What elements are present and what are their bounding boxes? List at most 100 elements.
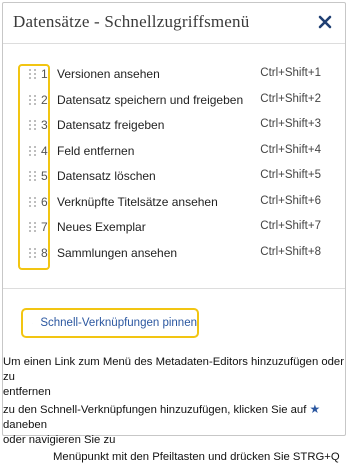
grip-dot: [34, 256, 36, 258]
menu-item-datensatz-speichern-und-freigeben[interactable]: 2 Datensatz speichern und freigeben Ctrl…: [3, 88, 345, 114]
grip-dot: [29, 73, 31, 75]
grip-dot: [29, 146, 31, 148]
grip-dot: [29, 124, 31, 126]
drag-handle-icon[interactable]: [29, 197, 37, 208]
menu-item-label: Datensatz löschen: [57, 169, 156, 183]
grip-dot: [29, 150, 31, 152]
help-line-3: zu den Schnell-Verknüpfungen hinzuzufüge…: [3, 402, 345, 433]
menu-item-shortcut: Ctrl+Shift+4: [260, 144, 321, 156]
grip-dot: [29, 179, 31, 181]
grip-dot: [34, 154, 36, 156]
grip-dot: [29, 256, 31, 258]
grip-dot: [34, 222, 36, 224]
help-text: Um einen Link zum Menü des Metadaten-Edi…: [3, 355, 345, 465]
menu-item-label: Feld entfernen: [57, 144, 134, 158]
menu-item-shortcut: Ctrl+Shift+7: [260, 220, 321, 232]
grip-dot: [29, 222, 31, 224]
menu-item-number: 3: [41, 118, 48, 132]
drag-handle-icon[interactable]: [29, 222, 37, 233]
grip-dot: [29, 128, 31, 130]
menu-item-verknuepfte-titelsaetze-ansehen[interactable]: 6 Verknüpfte Titelsätze ansehen Ctrl+Shi…: [3, 190, 345, 216]
grip-dot: [29, 226, 31, 228]
menu-item-shortcut: Ctrl+Shift+8: [260, 246, 321, 258]
grip-dot: [29, 99, 31, 101]
menu-item-number: 2: [41, 93, 48, 107]
drag-handle-icon[interactable]: [29, 248, 37, 259]
drag-handle-icon[interactable]: [29, 95, 37, 106]
menu-item-number: 6: [41, 195, 48, 209]
help-line-4: Menüpunkt mit den Pfeiltasten und drücke…: [3, 450, 345, 465]
grip-dot: [34, 128, 36, 130]
grip-dot: [29, 69, 31, 71]
grip-dot: [34, 103, 36, 105]
grip-dot: [29, 197, 31, 199]
grip-dot: [29, 154, 31, 156]
help-line-3-after: daneben: [3, 419, 47, 431]
menu-item-shortcut: Ctrl+Shift+1: [260, 67, 321, 79]
drag-handle-icon[interactable]: [29, 120, 37, 131]
grip-dot: [34, 95, 36, 97]
grip-dot: [29, 248, 31, 250]
header-divider: [3, 43, 345, 44]
grip-dot: [29, 175, 31, 177]
menu-item-feld-entfernen[interactable]: 4 Feld entfernen Ctrl+Shift+4: [3, 139, 345, 165]
grip-dot: [34, 171, 36, 173]
grip-dot: [34, 120, 36, 122]
grip-dot: [34, 179, 36, 181]
star-icon: ★: [309, 402, 320, 416]
grip-dot: [34, 99, 36, 101]
menu-item-shortcut: Ctrl+Shift+5: [260, 169, 321, 181]
grip-dot: [29, 77, 31, 79]
menu-item-shortcut: Ctrl+Shift+2: [260, 93, 321, 105]
quick-access-dialog: Datensätze - Schnellzugriffsmenü 1 Versi…: [2, 2, 346, 436]
menu-item-shortcut: Ctrl+Shift+6: [260, 195, 321, 207]
grip-dot: [29, 95, 31, 97]
menu-item-number: 7: [41, 220, 48, 234]
grip-dot: [34, 248, 36, 250]
grip-dot: [34, 124, 36, 126]
grip-dot: [29, 201, 31, 203]
menu-item-shortcut: Ctrl+Shift+3: [260, 118, 321, 130]
grip-dot: [34, 205, 36, 207]
menu-item-label: Datensatz freigeben: [57, 118, 164, 132]
grip-dot: [29, 171, 31, 173]
grip-dot: [34, 150, 36, 152]
menu-item-number: 8: [41, 246, 48, 260]
grip-dot: [34, 69, 36, 71]
close-icon[interactable]: [315, 12, 335, 32]
grip-dot: [34, 230, 36, 232]
drag-handle-icon[interactable]: [29, 69, 37, 80]
menu-item-label: Sammlungen ansehen: [57, 246, 177, 260]
grip-dot: [34, 73, 36, 75]
menu-item-label: Verknüpfte Titelsätze ansehen: [57, 195, 218, 209]
menu-item-label: Versionen ansehen: [57, 67, 160, 81]
menu-item-label: Datensatz speichern und freigeben: [57, 93, 243, 107]
grip-dot: [34, 197, 36, 199]
grip-dot: [34, 77, 36, 79]
pin-shortcuts-button[interactable]: Schnell-Verknüpfungen pinnen: [21, 308, 199, 338]
grip-dot: [34, 226, 36, 228]
menu-item-number: 5: [41, 169, 48, 183]
help-line-3b: oder navigieren Sie zu: [3, 433, 345, 448]
grip-dot: [29, 205, 31, 207]
dialog-title: Datensätze - Schnellzugriffsmenü: [13, 12, 249, 32]
menu-item-versionen-ansehen[interactable]: 1 Versionen ansehen Ctrl+Shift+1: [3, 62, 345, 88]
section-divider: [3, 288, 345, 289]
grip-dot: [34, 252, 36, 254]
menu-item-number: 4: [41, 144, 48, 158]
menu-item-datensatz-loeschen[interactable]: 5 Datensatz löschen Ctrl+Shift+5: [3, 164, 345, 190]
menu-item-label: Neues Exemplar: [57, 220, 146, 234]
dialog-header: Datensätze - Schnellzugriffsmenü: [3, 3, 345, 43]
menu-item-number: 1: [41, 67, 48, 81]
help-line-1: Um einen Link zum Menü des Metadaten-Edi…: [3, 355, 345, 385]
grip-dot: [34, 146, 36, 148]
drag-handle-icon[interactable]: [29, 146, 37, 157]
help-line-2: entfernen: [3, 385, 345, 400]
grip-dot: [29, 230, 31, 232]
pin-button-label: Schnell-Verknüpfungen pinnen: [40, 317, 197, 329]
grip-dot: [34, 201, 36, 203]
menu-item-neues-exemplar[interactable]: 7 Neues Exemplar Ctrl+Shift+7: [3, 215, 345, 241]
menu-item-datensatz-freigeben[interactable]: 3 Datensatz freigeben Ctrl+Shift+3: [3, 113, 345, 139]
menu-item-sammlungen-ansehen[interactable]: 8 Sammlungen ansehen Ctrl+Shift+8: [3, 241, 345, 267]
drag-handle-icon[interactable]: [29, 171, 37, 182]
